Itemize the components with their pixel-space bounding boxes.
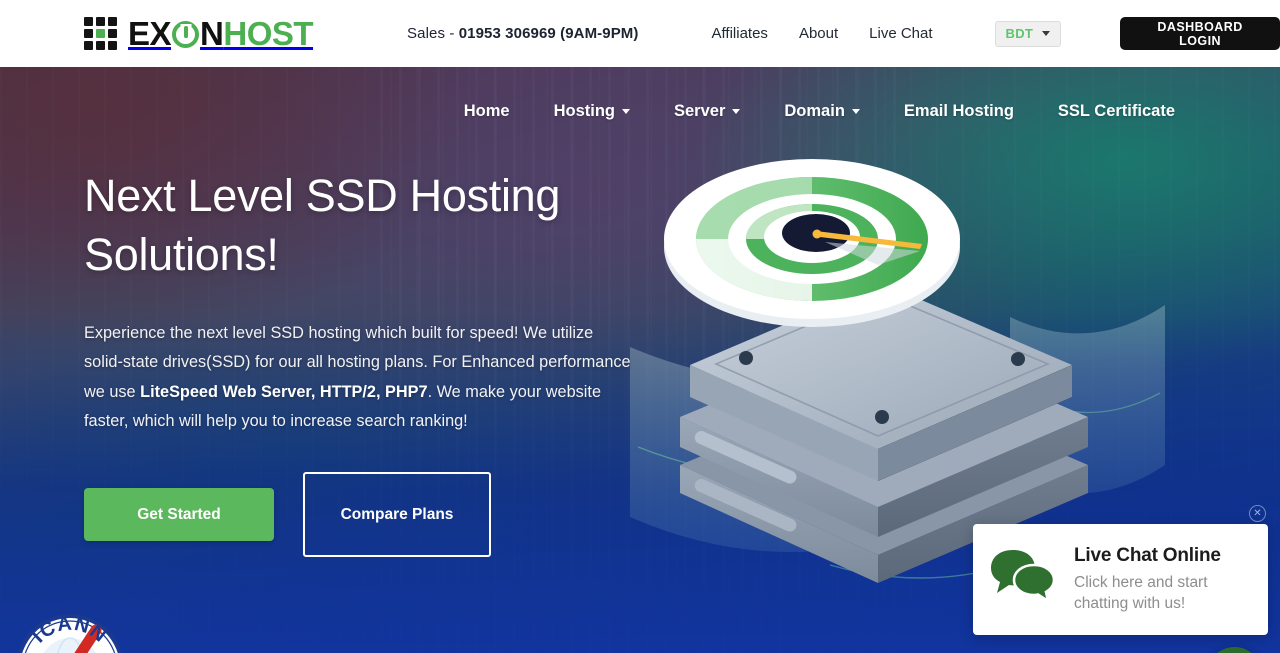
live-chat-widget[interactable]: Live Chat Online Click here and start ch…	[973, 524, 1268, 635]
nav-label-hosting: Hosting	[553, 101, 615, 120]
page-root: EX N HOST Sales - 01953 306969 (9AM-9PM)…	[0, 0, 1280, 653]
top-nav-live-chat[interactable]: Live Chat	[869, 25, 932, 42]
logo-text-n: N	[200, 15, 224, 52]
nav-item-server[interactable]: Server	[674, 101, 741, 121]
compare-plans-button[interactable]: Compare Plans	[303, 472, 491, 558]
chat-title: Live Chat Online	[1074, 544, 1221, 566]
chevron-down-icon	[622, 108, 630, 114]
hero-paragraph-emphasis: LiteSpeed Web Server, HTTP/2, PHP7	[140, 382, 428, 401]
currency-selector[interactable]: BDT	[994, 20, 1062, 47]
nav-item-domain[interactable]: Domain	[784, 102, 860, 121]
logo-text-host: HOST	[223, 15, 314, 52]
chat-text-block: Live Chat Online Click here and start ch…	[1074, 545, 1252, 615]
nav-label-server: Server	[674, 101, 726, 120]
top-nav-about[interactable]: About	[799, 25, 838, 42]
hero-section: Home Hosting Server Domain Email Hosting…	[0, 67, 1280, 653]
hero-paragraph: Experience the next level SSD hosting wh…	[84, 319, 632, 436]
top-utility-nav: Affiliates About Live Chat BDT DASHBOARD…	[712, 17, 1280, 50]
nav-label-home: Home	[463, 101, 510, 120]
grid-logo-icon	[84, 17, 117, 50]
speedometer-gauge	[664, 159, 960, 327]
power-button-o-icon	[172, 21, 200, 48]
chevron-down-icon	[732, 108, 741, 114]
sales-label: Sales -	[407, 25, 459, 42]
nav-label-domain: Domain	[784, 101, 845, 120]
logo-text-ex: EX	[128, 15, 172, 52]
chat-close-glyph: ✕	[1253, 507, 1262, 519]
chevron-down-icon	[851, 108, 860, 114]
chat-subtitle: Click here and start chatting with us!	[1074, 573, 1208, 612]
main-navigation: Home Hosting Server Domain Email Hosting…	[0, 89, 1280, 133]
top-header-bar: EX N HOST Sales - 01953 306969 (9AM-9PM)…	[0, 0, 1280, 67]
nav-item-email-hosting[interactable]: Email Hosting	[904, 102, 1014, 121]
nav-item-ssl-certificate[interactable]: SSL Certificate	[1058, 102, 1175, 121]
site-logo[interactable]: EX N HOST	[84, 15, 314, 52]
sales-number[interactable]: 01953 306969 (9AM-9PM)	[459, 25, 639, 42]
hero-cta-row: Get Started Compare Plans	[84, 472, 644, 558]
nav-label-ssl-certificate: SSL Certificate	[1057, 101, 1175, 120]
sales-phone: Sales - 01953 306969 (9AM-9PM)	[407, 25, 638, 42]
chat-bubbles-icon	[989, 548, 1057, 611]
nav-item-hosting[interactable]: Hosting	[554, 102, 630, 121]
nav-label-email-hosting: Email Hosting	[903, 101, 1014, 120]
top-nav-affiliates[interactable]: Affiliates	[712, 25, 768, 42]
currency-value: BDT	[1005, 26, 1034, 41]
dashboard-login-button[interactable]: DASHBOARD LOGIN	[1120, 17, 1280, 50]
hero-title: Next Level SSD Hosting Solutions!	[84, 170, 561, 280]
hero-content: Next Level SSD Hosting Solutions! Experi…	[84, 167, 644, 558]
get-started-button[interactable]: Get Started	[84, 488, 274, 542]
chevron-down-icon	[1042, 31, 1051, 36]
logo-wordmark: EX N HOST	[128, 15, 314, 52]
chat-close-icon[interactable]: ✕	[1249, 505, 1266, 522]
icann-accredited-registrar-badge[interactable]: ICANN Accredited Registrar	[14, 612, 126, 653]
nav-item-home[interactable]: Home	[464, 102, 510, 121]
